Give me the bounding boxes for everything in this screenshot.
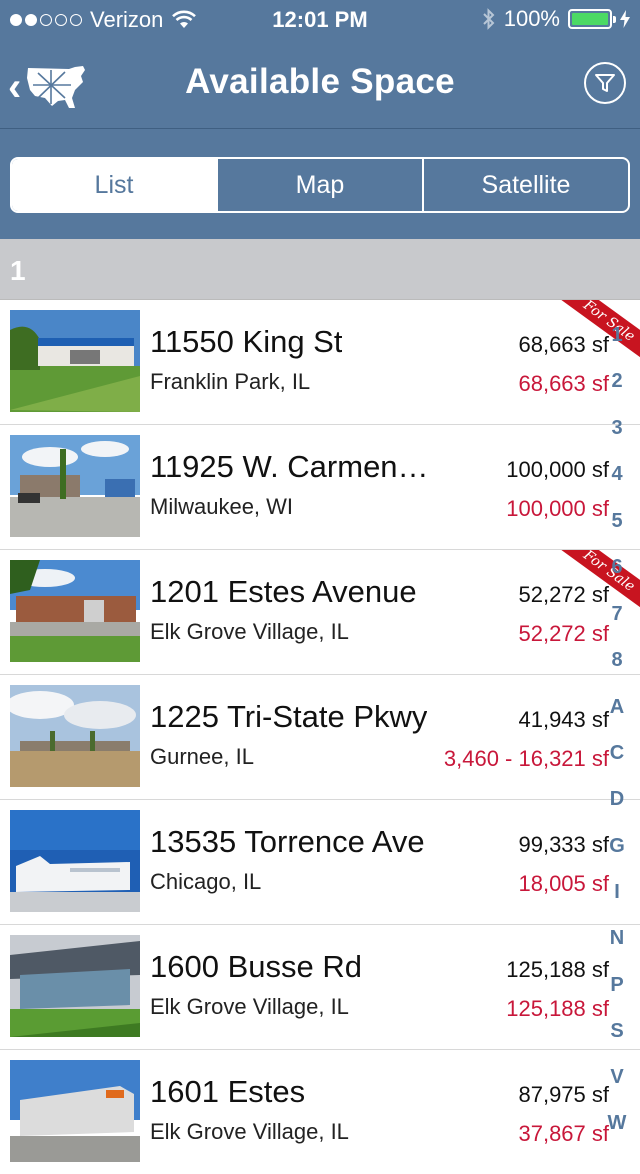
status-bar: Verizon 12:01 PM 100%	[0, 0, 640, 40]
filter-icon	[595, 74, 615, 92]
listing-row[interactable]: 11550 King St Franklin Park, IL 68,663 s…	[0, 299, 640, 424]
filter-button[interactable]	[584, 62, 626, 104]
index-item[interactable]: W	[604, 1112, 630, 1135]
property-photo	[10, 935, 140, 1037]
property-photo	[10, 310, 140, 412]
index-item[interactable]: A	[604, 696, 630, 719]
segment-map[interactable]: Map	[216, 159, 422, 211]
property-photo	[10, 435, 140, 537]
listing-address: 1225 Tri-State Pkwy	[150, 699, 428, 734]
listing-address: 13535 Torrence Ave	[150, 824, 425, 859]
index-item[interactable]: 5	[604, 510, 630, 533]
listing-available-size: 68,663 sf	[518, 371, 609, 396]
index-item[interactable]: D	[604, 788, 630, 811]
listing-address: 1601 Estes	[150, 1074, 306, 1109]
property-photo	[10, 685, 140, 787]
listing-total-size: 125,188 sf	[506, 957, 609, 982]
index-item[interactable]: I	[604, 881, 630, 904]
index-item[interactable]: S	[604, 1020, 630, 1043]
segment-list[interactable]: List	[12, 159, 216, 211]
listing-total-size: 41,943 sf	[518, 707, 609, 732]
listing-available-size: 52,272 sf	[518, 621, 609, 646]
navigation-bar: ‹ Available Space	[0, 40, 640, 129]
listing-city: Franklin Park, IL	[150, 369, 311, 394]
listing-row[interactable]: 13535 Torrence Ave Chicago, IL 99,333 sf…	[0, 799, 640, 924]
listing-total-size: 99,333 sf	[518, 832, 609, 857]
charging-icon	[620, 10, 630, 28]
index-item[interactable]: V	[604, 1066, 630, 1089]
property-photo	[10, 1060, 140, 1162]
index-item[interactable]: 1	[604, 324, 630, 347]
index-item[interactable]: 7	[604, 603, 630, 626]
index-item[interactable]: P	[604, 974, 630, 997]
view-segmented-control: List Map Satellite	[10, 157, 630, 213]
index-item[interactable]: 8	[604, 649, 630, 672]
listing-available-size: 18,005 sf	[518, 871, 609, 896]
index-item[interactable]: 2	[604, 370, 630, 393]
listing-available-size: 100,000 sf	[506, 496, 609, 521]
listing-city: Elk Grove Village, IL	[150, 994, 349, 1019]
listing-total-size: 87,975 sf	[518, 1082, 609, 1107]
listing-list: 11550 King St Franklin Park, IL 68,663 s…	[0, 299, 640, 1174]
listing-city: Chicago, IL	[150, 869, 262, 894]
listing-row[interactable]: 1225 Tri-State Pkwy Gurnee, IL 41,943 sf…	[0, 674, 640, 799]
index-item[interactable]: N	[604, 927, 630, 950]
view-switcher-bar: List Map Satellite	[0, 129, 640, 239]
index-item[interactable]: 4	[604, 463, 630, 486]
listing-city: Gurnee, IL	[150, 744, 254, 769]
listing-city: Milwaukee, WI	[150, 494, 294, 519]
property-photo	[10, 810, 140, 912]
listing-address: 1600 Busse Rd	[150, 949, 362, 984]
listing-total-size: 52,272 sf	[518, 582, 609, 607]
listing-city: Elk Grove Village, IL	[150, 619, 349, 644]
index-item[interactable]: 6	[604, 556, 630, 579]
listing-available-size: 37,867 sf	[518, 1121, 609, 1146]
listing-address: 11550 King St	[150, 324, 343, 359]
section-header: 1	[0, 239, 640, 299]
listing-row[interactable]: 11925 W. Carmen… Milwaukee, WI 100,000 s…	[0, 424, 640, 549]
listing-available-size: 125,188 sf	[506, 996, 609, 1021]
index-item[interactable]: C	[604, 742, 630, 765]
index-item[interactable]: G	[604, 835, 630, 858]
battery-icon	[568, 9, 616, 29]
bluetooth-icon	[483, 8, 495, 30]
listing-row[interactable]: 1601 Estes Elk Grove Village, IL 87,975 …	[0, 1049, 640, 1174]
property-photo	[10, 560, 140, 662]
listing-total-size: 100,000 sf	[506, 457, 609, 482]
listing-row[interactable]: 1600 Busse Rd Elk Grove Village, IL 125,…	[0, 924, 640, 1049]
listing-address: 1201 Estes Avenue	[150, 574, 417, 609]
page-title: Available Space	[185, 62, 455, 101]
battery-percent: 100%	[503, 6, 560, 31]
index-item[interactable]: 3	[604, 417, 630, 440]
listing-available-size: 3,460 - 16,321 sf	[443, 746, 609, 771]
listing-row[interactable]: 1201 Estes Avenue Elk Grove Village, IL …	[0, 549, 640, 674]
listing-total-size: 68,663 sf	[518, 332, 609, 357]
listing-city: Elk Grove Village, IL	[150, 1119, 349, 1144]
listing-address: 11925 W. Carmen…	[150, 449, 429, 484]
segment-satellite[interactable]: Satellite	[422, 159, 628, 211]
